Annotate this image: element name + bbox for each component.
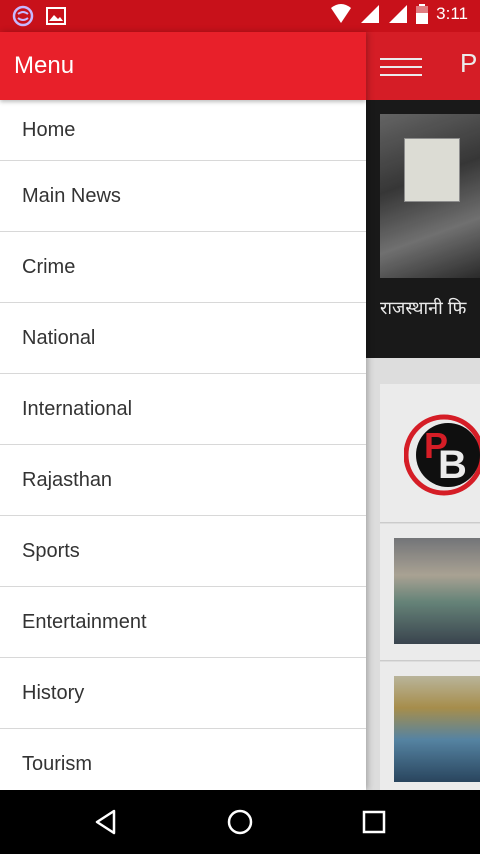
menu-item-label: International [22, 397, 133, 420]
image-icon [46, 7, 66, 25]
navigation-drawer: Menu Home Main News Crime National Inter… [0, 32, 366, 790]
menu-item-home[interactable]: Home [0, 100, 366, 161]
back-icon[interactable] [92, 808, 120, 836]
menu-item-tourism[interactable]: Tourism [0, 729, 366, 790]
system-nav-bar [0, 790, 480, 854]
menu-item-label: Rajasthan [22, 468, 113, 491]
home-icon[interactable] [226, 808, 254, 836]
menu-item-label: Entertainment [22, 610, 147, 633]
menu-item-history[interactable]: History [0, 658, 366, 729]
menu-item-main-news[interactable]: Main News [0, 161, 366, 232]
menu-list: Home Main News Crime National Internatio… [0, 100, 366, 790]
drawer-title: Menu [14, 52, 75, 79]
wifi-icon [331, 4, 352, 23]
menu-item-label: Tourism [22, 752, 93, 775]
menu-item-entertainment[interactable]: Entertainment [0, 587, 366, 658]
menu-item-label: Home [22, 118, 76, 141]
menu-item-label: History [22, 681, 85, 704]
menu-item-crime[interactable]: Crime [0, 232, 366, 303]
app-notification-icon [12, 5, 34, 27]
menu-item-sports[interactable]: Sports [0, 516, 366, 587]
drawer-scrim[interactable] [366, 32, 480, 790]
battery-icon [416, 4, 429, 24]
menu-item-rajasthan[interactable]: Rajasthan [0, 445, 366, 516]
menu-item-label: National [22, 326, 96, 349]
status-bar: 3:11 [0, 0, 480, 32]
drawer-header: Menu [0, 32, 366, 100]
menu-item-label: Sports [22, 539, 80, 562]
menu-item-label: Main News [22, 184, 121, 207]
menu-item-international[interactable]: International [0, 374, 366, 445]
signal-icon [361, 5, 380, 23]
recents-icon[interactable] [360, 808, 388, 836]
menu-item-label: Crime [22, 255, 76, 278]
signal-icon [389, 5, 408, 23]
menu-item-national[interactable]: National [0, 303, 366, 374]
status-time: 3:11 [436, 4, 468, 23]
